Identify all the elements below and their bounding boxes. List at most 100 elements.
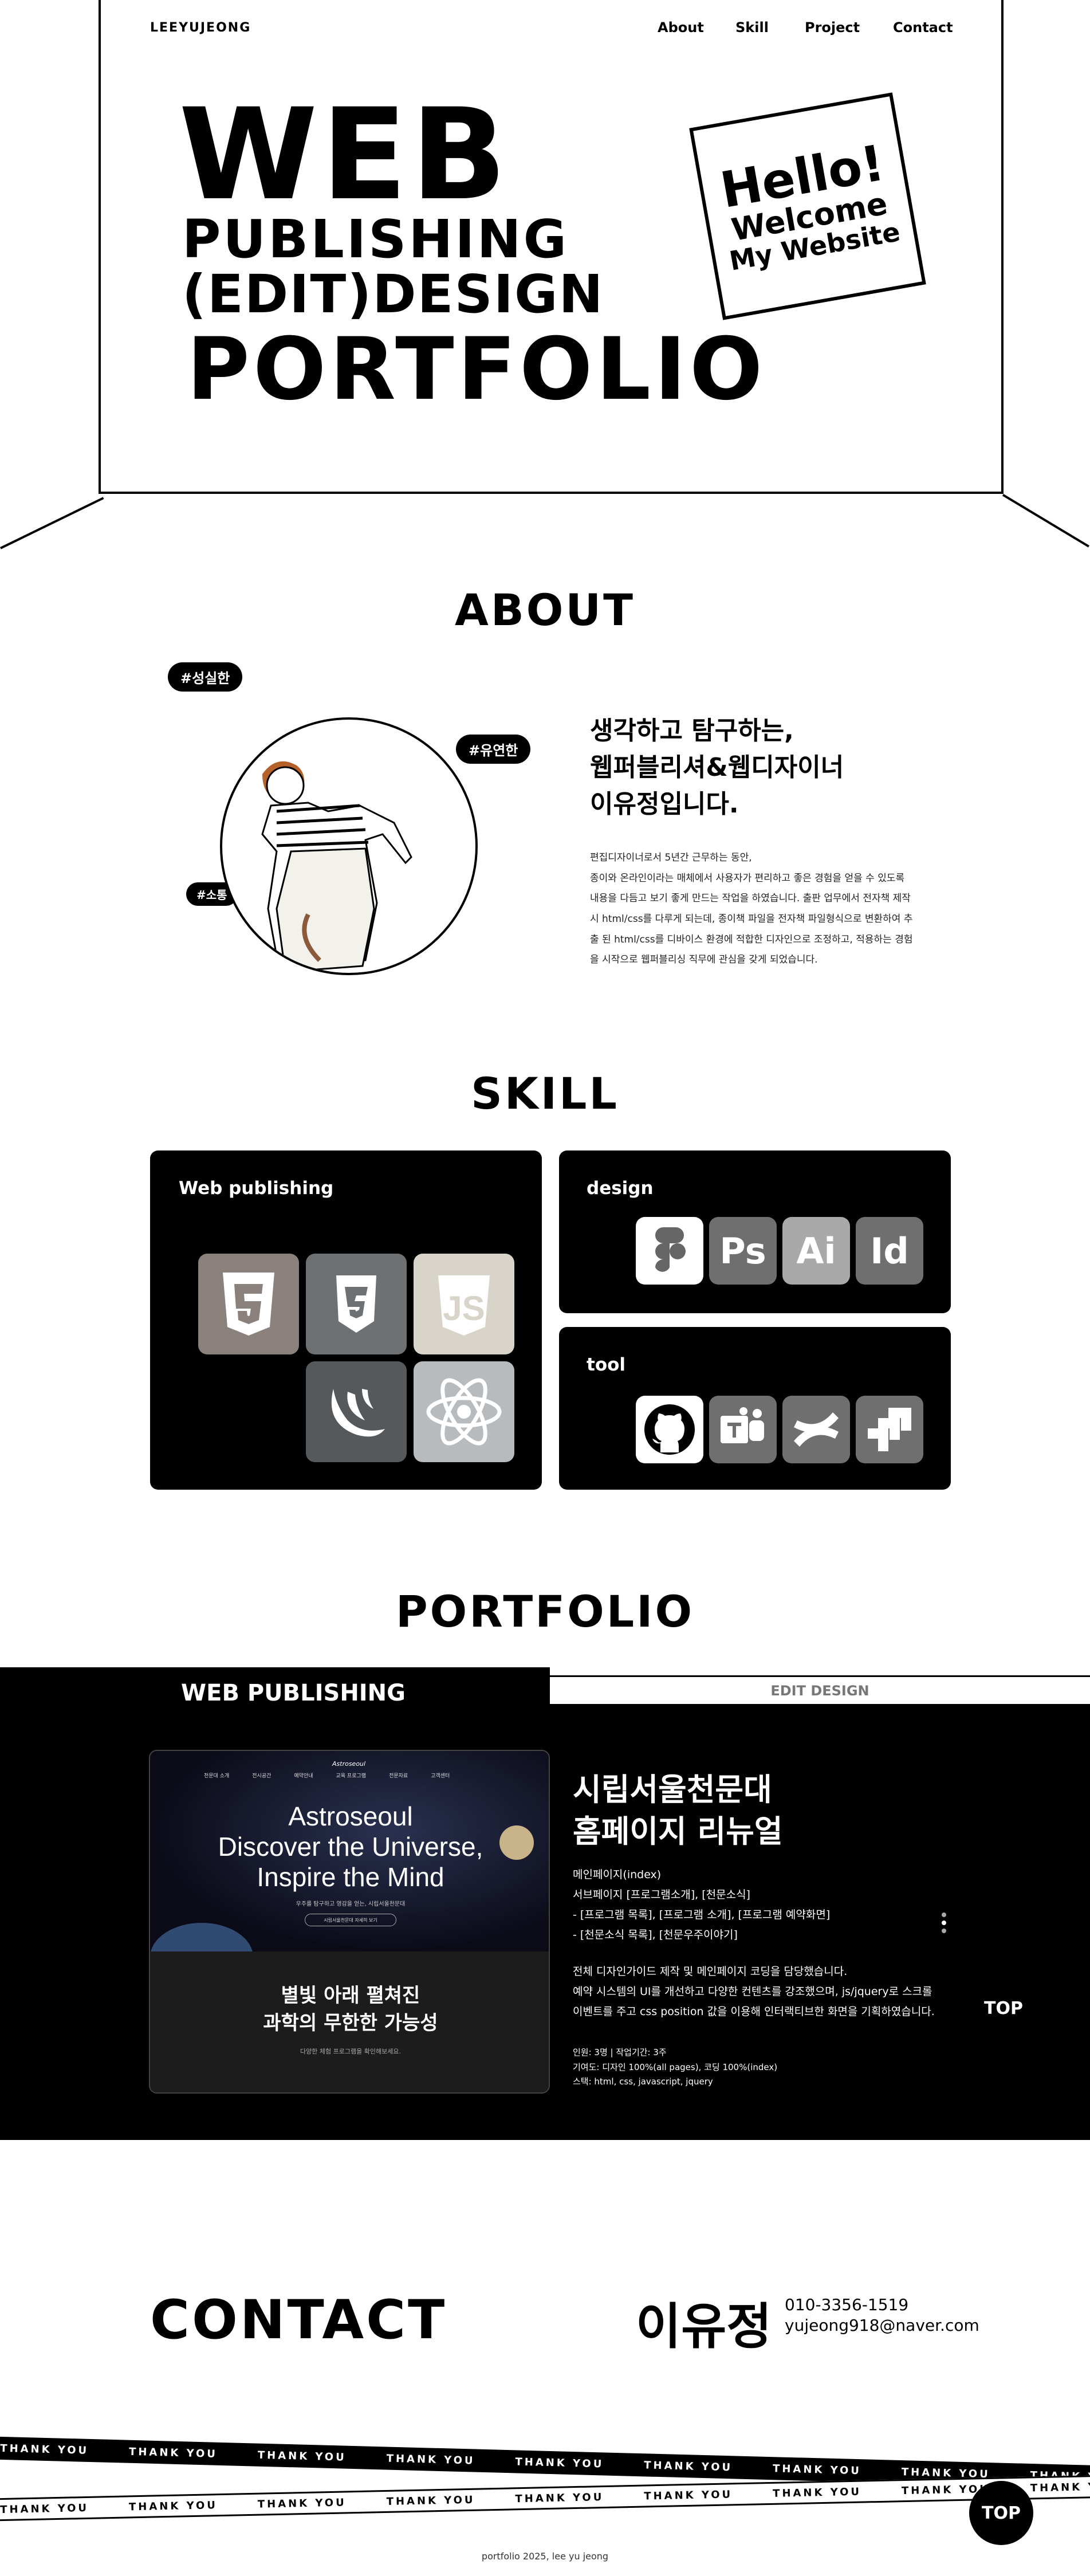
tape-text: THANK YOU	[0, 2442, 89, 2457]
tab-edit-design[interactable]: EDIT DESIGN	[550, 1675, 1090, 1704]
person-illustration-icon	[261, 761, 412, 973]
mock-nav-item: 고객센터	[431, 1773, 450, 1779]
skill-card-tool: tool	[559, 1327, 951, 1490]
project-meta-line: 기여도: 디자인 100%(all pages), 코딩 100%(index)	[573, 2061, 778, 2072]
mock-heading-line: Inspire the Mind	[257, 1862, 444, 1892]
indesign-icon: Id	[856, 1217, 923, 1285]
contact-email[interactable]: yujeong918@naver.com	[785, 2315, 979, 2336]
project-title: 시립서울천문대 홈페이지 리뉴얼	[573, 1769, 783, 1853]
project-screenshot[interactable]: 천문대 소개 전시공간 예약안내 교육 프로그램 전문자료 고객센터 Astro…	[149, 1750, 550, 2094]
mock-lower-line: 과학의 무한한 가능성	[263, 2011, 438, 2035]
about-headline-line: 생각하고 탐구하는,	[590, 716, 794, 745]
jira-icon	[856, 1396, 923, 1463]
tab-web-publishing[interactable]: WEB PUBLISHING	[181, 1680, 406, 1706]
project-meta-line: 스택: html, css, javascript, jquery	[573, 2076, 713, 2087]
mock-heading-line: Discover the Universe,	[218, 1831, 483, 1862]
nav-about[interactable]: About	[658, 19, 704, 36]
confluence-icon	[782, 1396, 850, 1463]
mock-nav-item: 교육 프로그램	[336, 1773, 367, 1779]
skill-card-label: design	[587, 1178, 654, 1199]
nav-contact[interactable]: Contact	[893, 19, 953, 36]
about-body-line: 시 html/css를 다루게 되는데, 종이책 파일을 전자책 파일형식으로 …	[590, 913, 913, 925]
project-meta-line: 인원: 3명 | 작업기간: 3주	[573, 2047, 667, 2057]
html5-icon	[198, 1254, 299, 1354]
tape-text: THANK YOU	[386, 2452, 475, 2467]
about-body-line: 편집디자이너로서 5년간 근무하는 동안,	[590, 852, 752, 863]
mock-heading: Astroseoul Discover the Universe, Inspir…	[150, 1801, 549, 1892]
thank-you-tape-white: THANK YOU THANK YOU THANK YOU THANK YOU THAN…	[0, 2475, 1090, 2522]
about-body: 편집디자이너로서 5년간 근무하는 동안, 종이와 온라인이라는 매체에서 사용…	[590, 848, 945, 971]
mock-nav-item: 전문자료	[389, 1773, 408, 1779]
svg-text:JS: JS	[443, 1289, 485, 1328]
project-desc-line: 이벤트를 주고 css position 값을 이용해 인터랙티브한 화면을 기…	[573, 2005, 935, 2018]
about-body-line: 을 시작으로 웹퍼블리싱 직무에 관심을 갖게 되었습니다.	[590, 954, 818, 966]
skill-card-label: tool	[587, 1354, 626, 1375]
project-meta: 인원: 3명 | 작업기간: 3주 기여도: 디자인 100%(all page…	[573, 2045, 777, 2090]
mock-button: 시립서울천문대 자세히 보기	[305, 1914, 396, 1926]
tape-text: THANK YOU	[128, 2445, 218, 2460]
photoshop-icon: Ps	[709, 1217, 777, 1285]
contact-title: CONTACT	[150, 2289, 447, 2351]
tape-text: THANK YOU	[644, 2459, 733, 2473]
project-desc-line: 예약 시스템의 UI를 개선하고 다양한 컨텐츠를 강조했으며, js/jque…	[573, 1985, 932, 1998]
hero-title-edit-design: (EDIT)DESIGN	[182, 264, 604, 325]
portfolio-title: PORTFOLIO	[395, 1586, 695, 1637]
pagination-dots-icon[interactable]	[942, 1913, 946, 1933]
about-title: ABOUT	[455, 584, 635, 635]
nav-project[interactable]: Project	[805, 19, 860, 36]
mock-sub: 우주를 탐구하고 영감을 얻는, 시립서울천문대	[296, 1901, 406, 1907]
mock-nav-item: 천문대 소개	[204, 1773, 230, 1779]
mock-lower-heading: 별빛 아래 펼쳐진 과학의 무한한 가능성	[150, 1982, 549, 2037]
mock-heading-line: Astroseoul	[288, 1801, 413, 1831]
teams-icon	[709, 1396, 777, 1463]
mock-brand: Astroseoul	[332, 1760, 366, 1768]
project-title-line: 시립서울천문대	[573, 1772, 772, 1808]
side-top-link[interactable]: TOP	[984, 1998, 1023, 2019]
skill-card-web-publishing: Web publishing JS	[150, 1150, 542, 1490]
figma-icon	[636, 1217, 703, 1285]
skill-card-label: Web publishing	[179, 1178, 334, 1199]
about-body-line: 종이와 온라인이라는 매체에서 사용자가 편리하고 좋은 경험을 얻을 수 있도…	[590, 872, 905, 884]
about-body-line: 내용을 다듬고 보기 좋게 만드는 작업을 하였습니다. 출판 업무에서 전자책…	[590, 893, 911, 905]
tape-text: THANK YOU	[386, 2493, 475, 2508]
jquery-icon	[306, 1361, 407, 1462]
javascript-icon: JS	[414, 1254, 514, 1354]
project-detail-line: 메인페이지(index)	[573, 1868, 662, 1881]
nav-skill[interactable]: Skill	[735, 19, 769, 36]
mock-lower-sub: 다양한 체험 프로그램을 확인해보세요.	[300, 2048, 401, 2055]
tape-text: THANK YOU	[1030, 2480, 1090, 2494]
mock-nav-item: 전시공간	[252, 1773, 271, 1779]
about-headline-line: 웹퍼블리셔&웹디자이너	[590, 752, 844, 782]
project-detail-line: - [프로그램 목록], [프로그램 소개], [프로그램 예약화면]	[573, 1909, 831, 1922]
about-tag: #유연한	[456, 735, 531, 764]
project-details: 메인페이지(index) 서브페이지 [프로그램소개], [천문소식] - [프…	[573, 1865, 962, 2022]
tape-text: THANK YOU	[515, 2455, 604, 2470]
profile-illustration	[220, 717, 478, 975]
tape-text: THANK YOU	[644, 2488, 733, 2503]
mock-lower-line: 별빛 아래 펼쳐진	[281, 1984, 420, 2007]
hello-sticky-note: Hello! Welcome My Website	[689, 92, 926, 320]
hero-title-web: WEB	[179, 81, 510, 228]
mock-nav: 천문대 소개 전시공간 예약안내 교육 프로그램 전문자료 고객센터	[204, 1772, 450, 1779]
project-desc-line: 전체 디자인가이드 제작 및 메인페이지 코딩을 담당했습니다.	[573, 1965, 848, 1978]
skill-title: SKILL	[471, 1068, 619, 1119]
about-tag: #성실한	[168, 662, 243, 692]
project-detail-line: - [천문소식 목록], [천문우주이야기]	[573, 1929, 738, 1942]
tape-text: THANK YOU	[772, 2462, 862, 2477]
about-headline-line: 이유정입니다.	[590, 789, 739, 819]
tape-text: THANK YOU	[772, 2485, 862, 2500]
tape-text: THANK YOU	[515, 2491, 604, 2505]
logo[interactable]: LEEYUJEONG	[150, 21, 251, 35]
project-detail-line: 서브페이지 [프로그램소개], [천문소식]	[573, 1888, 750, 1902]
scroll-top-button[interactable]: TOP	[969, 2481, 1033, 2545]
contact-info: 010-3356-1519 yujeong918@naver.com	[785, 2295, 979, 2337]
css3-icon	[306, 1254, 407, 1354]
tape-text: THANK YOU	[128, 2499, 218, 2513]
tape-text: THANK YOU	[257, 2449, 347, 2464]
hero-perspective-line-right	[1002, 494, 1090, 548]
contact-phone[interactable]: 010-3356-1519	[785, 2295, 979, 2315]
skill-card-design: design Ps Ai Id	[559, 1150, 951, 1313]
mock-nav-item: 예약안내	[294, 1773, 313, 1779]
hero-perspective-line-left	[0, 497, 104, 549]
about-body-line: 출 된 html/css를 디바이스 환경에 적합한 디자인으로 조정하고, 적…	[590, 933, 913, 945]
